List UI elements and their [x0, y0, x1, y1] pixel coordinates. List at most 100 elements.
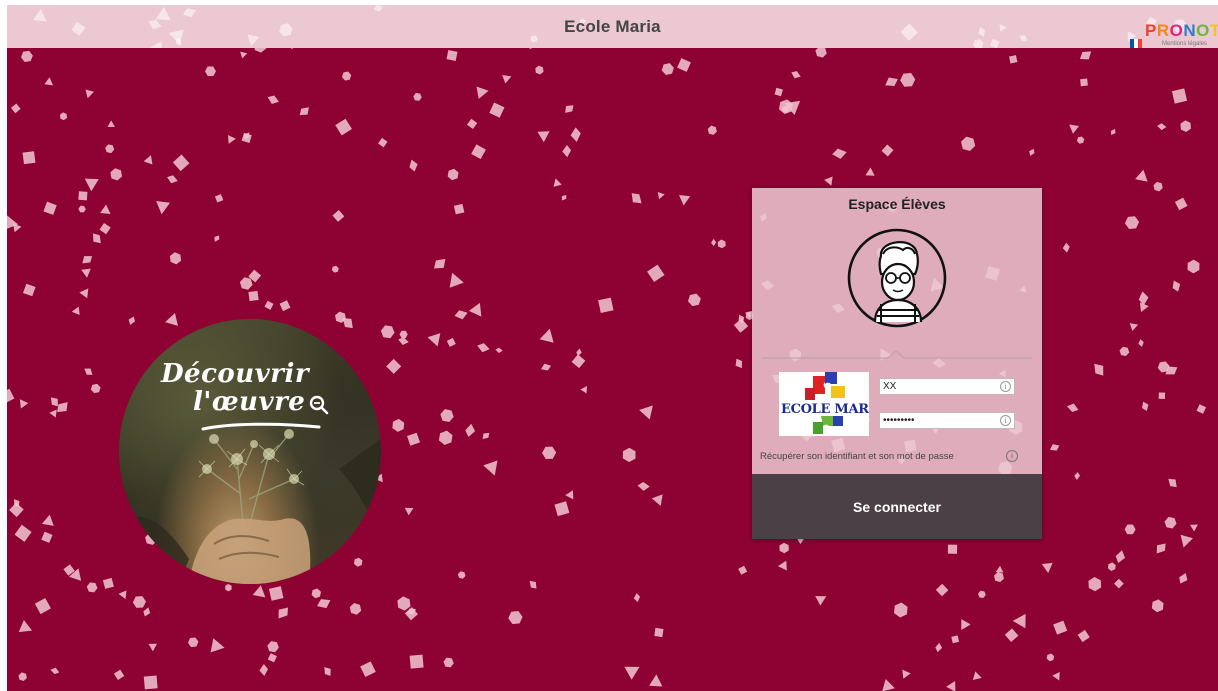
confetti-shape: [631, 193, 642, 204]
confetti-shape: [156, 201, 171, 215]
confetti-shape: [824, 176, 833, 186]
confetti-shape: [651, 494, 663, 506]
confetti-shape: [1138, 291, 1149, 306]
magnifier-icon: [309, 395, 329, 415]
confetti-shape: [299, 107, 309, 116]
confetti-shape: [409, 159, 418, 172]
password-field[interactable]: i: [879, 412, 1015, 429]
confetti-shape: [440, 409, 454, 423]
username-input[interactable]: [880, 379, 993, 394]
confetti-shape: [562, 144, 572, 158]
confetti-shape: [735, 358, 742, 369]
confetti-shape: [446, 50, 458, 61]
confetti-shape: [341, 71, 352, 81]
legal-mentions-link[interactable]: Mentions légales: [1162, 41, 1207, 47]
confetti-shape: [654, 627, 664, 638]
confetti-shape: [935, 642, 943, 653]
confetti-shape: [994, 572, 1004, 583]
recover-info-icon[interactable]: i: [1006, 450, 1018, 462]
pronote-logo: PRONOTE: [1145, 21, 1218, 40]
confetti-shape: [84, 368, 93, 375]
confetti-shape: [637, 481, 650, 491]
confetti-shape: [50, 667, 60, 675]
confetti-shape: [471, 144, 486, 160]
confetti-shape: [815, 595, 827, 606]
confetti-shape: [791, 71, 801, 79]
discover-artwork-button[interactable]: Découvrir l'œuvre: [119, 319, 381, 584]
confetti-shape: [1119, 346, 1130, 357]
confetti-shape: [649, 674, 663, 687]
confetti-shape: [1196, 404, 1207, 414]
confetti-shape: [832, 148, 847, 159]
confetti-shape: [502, 74, 512, 84]
confetti-shape: [386, 358, 402, 374]
confetti-shape: [482, 432, 490, 439]
confetti-shape: [707, 125, 717, 135]
confetti-shape: [404, 507, 414, 516]
confetti-shape: [205, 66, 216, 77]
confetti-shape: [687, 293, 701, 307]
confetti-shape: [561, 194, 567, 201]
confetti-shape: [331, 265, 339, 273]
confetti-shape: [317, 599, 331, 609]
confetti-shape: [535, 65, 544, 75]
confetti-shape: [679, 195, 691, 206]
confetti-shape: [169, 252, 182, 265]
confetti-shape: [529, 580, 537, 589]
confetti-shape: [78, 191, 88, 201]
confetti-shape: [82, 256, 93, 264]
confetti-shape: [554, 501, 570, 517]
pronote-logo-area[interactable]: PRONOTE Mentions légales: [1118, 19, 1218, 48]
confetti-shape: [86, 582, 98, 593]
confetti-shape: [14, 524, 32, 542]
confetti-shape: [143, 607, 151, 617]
confetti-shape: [438, 430, 453, 446]
confetti-shape: [466, 118, 478, 130]
confetti-shape: [1046, 653, 1055, 662]
confetti-shape: [311, 588, 321, 599]
confetti-shape: [639, 405, 653, 420]
confetti-shape: [1080, 78, 1088, 87]
confetti-shape: [1066, 403, 1079, 413]
recover-credentials-link[interactable]: Récupérer son identifiant et son mot de …: [760, 451, 954, 462]
confetti-shape: [19, 399, 29, 409]
confetti-shape: [935, 583, 949, 597]
confetti-shape: [378, 137, 388, 148]
confetti-shape: [468, 302, 482, 317]
connect-button[interactable]: Se connecter: [752, 474, 1042, 539]
confetti-shape: [657, 191, 665, 200]
confetti-shape: [278, 607, 289, 619]
confetti-shape: [167, 175, 178, 184]
confetti-shape: [454, 310, 468, 320]
confetti-shape: [972, 671, 982, 681]
confetti-shape: [105, 144, 115, 154]
username-field[interactable]: i: [879, 378, 1015, 395]
confetti-shape: [1164, 516, 1177, 529]
confetti-shape: [324, 667, 331, 676]
confetti-shape: [113, 669, 125, 681]
confetti-shape: [150, 41, 162, 48]
confetti-shape: [774, 87, 783, 97]
confetti-shape: [738, 565, 748, 575]
confetti-shape: [143, 155, 153, 165]
confetti-shape: [779, 542, 789, 554]
confetti-shape: [622, 447, 636, 463]
confetti-shape: [1156, 543, 1166, 554]
confetti-shape: [404, 607, 419, 621]
confetti-shape: [1110, 128, 1116, 135]
confetti-shape: [79, 288, 89, 299]
confetti-shape: [885, 77, 898, 86]
confetti-shape: [1107, 562, 1116, 571]
password-input[interactable]: [880, 413, 993, 428]
confetti-shape: [508, 611, 523, 625]
confetti-shape: [392, 418, 405, 432]
password-info-icon[interactable]: i: [1000, 415, 1011, 426]
confetti-shape: [624, 666, 640, 680]
username-info-icon[interactable]: i: [1000, 381, 1011, 392]
confetti-shape: [1124, 524, 1136, 535]
confetti-shape: [20, 50, 33, 62]
confetti-shape: [22, 283, 36, 297]
confetti-shape: [1174, 197, 1188, 211]
confetti-shape: [1157, 123, 1167, 131]
confetti-shape: [380, 325, 395, 339]
